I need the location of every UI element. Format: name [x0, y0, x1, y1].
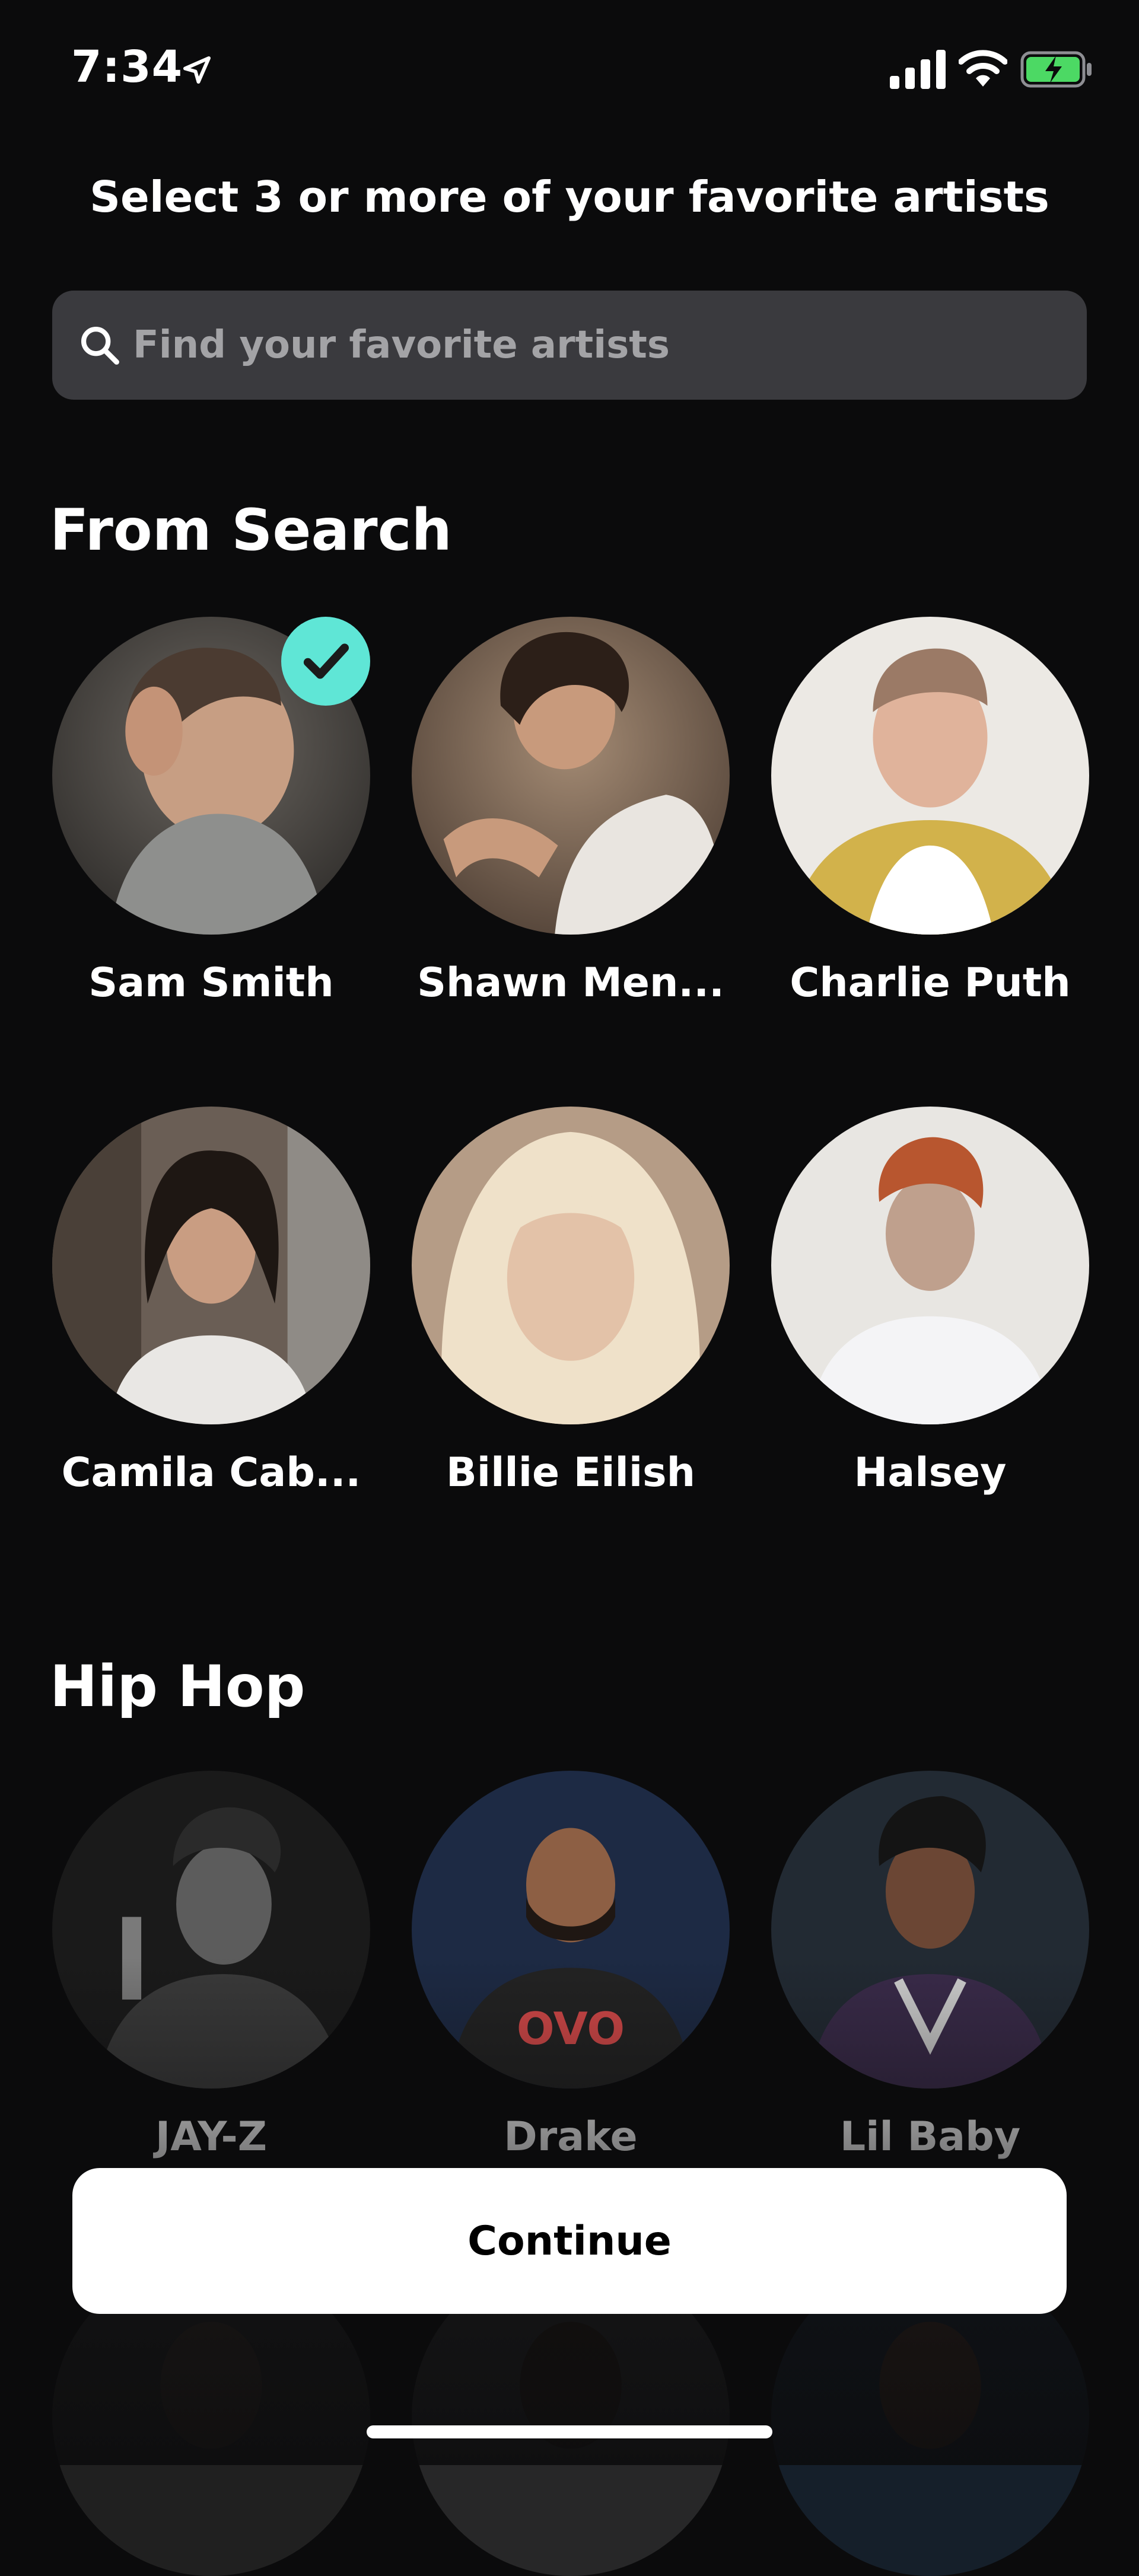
section-title-hip-hop: Hip Hop — [50, 1653, 306, 1720]
artist-avatar — [412, 1107, 730, 1424]
artist-avatar — [412, 617, 730, 935]
artist-name: Sam Smith — [88, 959, 334, 1006]
cellular-signal-icon — [890, 50, 946, 89]
section-title-from-search: From Search — [50, 497, 452, 563]
status-time: 7:34 — [71, 42, 183, 93]
artist-avatar — [52, 1771, 370, 2089]
artist-avatar: OVO — [412, 1771, 730, 2089]
artist-avatar — [771, 617, 1089, 935]
search-icon — [81, 326, 119, 365]
battery-charging-icon — [1020, 51, 1092, 88]
search-bar[interactable] — [52, 291, 1087, 400]
artist-name: Drake — [504, 2113, 638, 2160]
artist-avatar — [771, 1771, 1089, 2089]
page-title: Select 3 or more of your favorite artist… — [90, 172, 1049, 222]
artist-name: Camila Cab... — [61, 1449, 361, 1496]
search-input[interactable] — [131, 291, 1058, 400]
artist-name: Charlie Puth — [790, 959, 1071, 1006]
artist-name: Lil Baby — [839, 2113, 1021, 2160]
continue-button[interactable]: Continue — [72, 2168, 1067, 2314]
checkmark-icon — [303, 643, 349, 679]
artist-avatar — [771, 1107, 1089, 1424]
selected-check-badge — [281, 617, 370, 706]
artist-name: Halsey — [854, 1449, 1007, 1496]
location-arrow-icon — [183, 56, 211, 84]
artist-name: Billie Eilish — [446, 1449, 696, 1496]
wifi-icon — [959, 50, 1007, 87]
home-indicator[interactable] — [367, 2425, 772, 2438]
status-bar: 7:34 — [0, 0, 1139, 142]
artist-name: JAY-Z — [155, 2113, 268, 2160]
svg-text:OVO: OVO — [517, 2003, 625, 2055]
artist-avatar — [52, 1107, 370, 1424]
artist-name: Shawn Men... — [417, 959, 724, 1006]
